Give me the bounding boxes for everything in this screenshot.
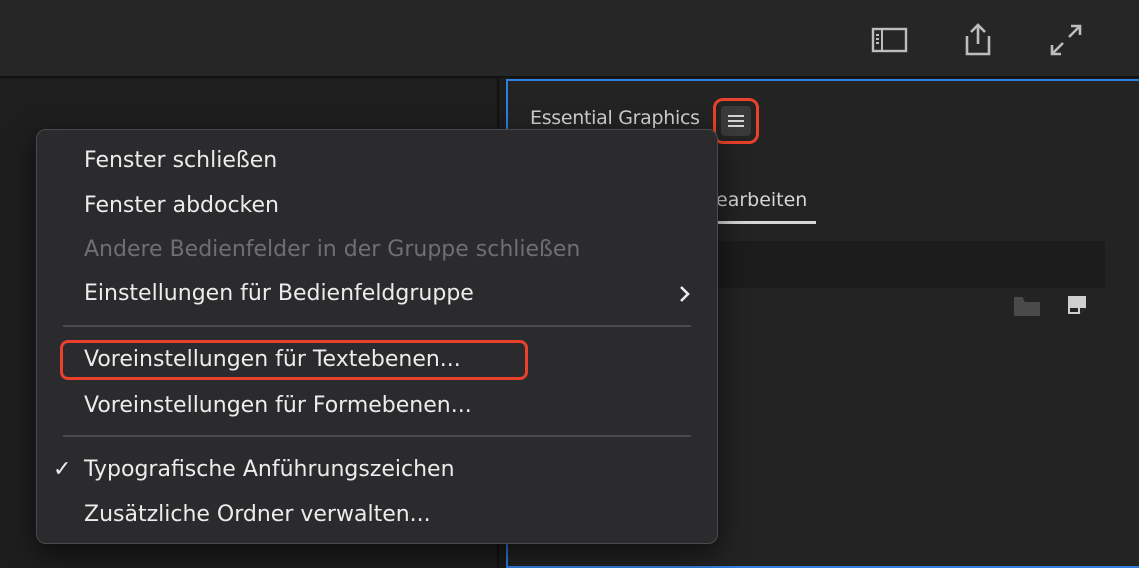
menu-item-manage-folders[interactable]: Zusätzliche Ordner verwalten... [84, 493, 431, 537]
menu-item-panel-group-settings[interactable]: Einstellungen für Bedienfeldgruppe [84, 272, 474, 316]
chevron-right-icon [675, 272, 695, 316]
menu-item-text-layer-defaults[interactable]: Voreinstellungen für Textebenen... [84, 338, 461, 382]
panel-layout-icon[interactable] [870, 20, 910, 60]
menu-item-shape-layer-defaults[interactable]: Voreinstellungen für Formebenen... [84, 384, 472, 428]
folder-icon[interactable] [1013, 295, 1041, 321]
share-export-icon[interactable] [958, 20, 998, 60]
panel-context-menu: Fenster schließen Fenster abdocken Ander… [36, 129, 718, 544]
menu-separator [63, 435, 691, 437]
menu-item-close-other-panels: Andere Bedienfelder in der Gruppe schlie… [84, 237, 581, 262]
hamburger-menu-icon[interactable] [721, 106, 751, 136]
new-layer-icon[interactable] [1066, 294, 1088, 320]
panel-menu-button[interactable] [713, 98, 759, 144]
fullscreen-expand-icon[interactable] [1046, 20, 1086, 60]
menu-separator [63, 325, 691, 327]
menu-item-smart-quotes[interactable]: Typografische Anführungszeichen [84, 448, 455, 492]
checkmark-icon: ✓ [53, 457, 72, 482]
top-toolbar [0, 0, 1139, 78]
panel-title: Essential Graphics [530, 107, 700, 129]
menu-item-undock-window[interactable]: Fenster abdocken [84, 184, 279, 228]
tab-edit[interactable]: earbeiten [716, 189, 807, 211]
active-tab-indicator [716, 221, 816, 224]
app-window: Essential Graphics earbeiten Fenster sch… [0, 0, 1139, 568]
menu-item-close-window[interactable]: Fenster schließen [84, 139, 277, 183]
